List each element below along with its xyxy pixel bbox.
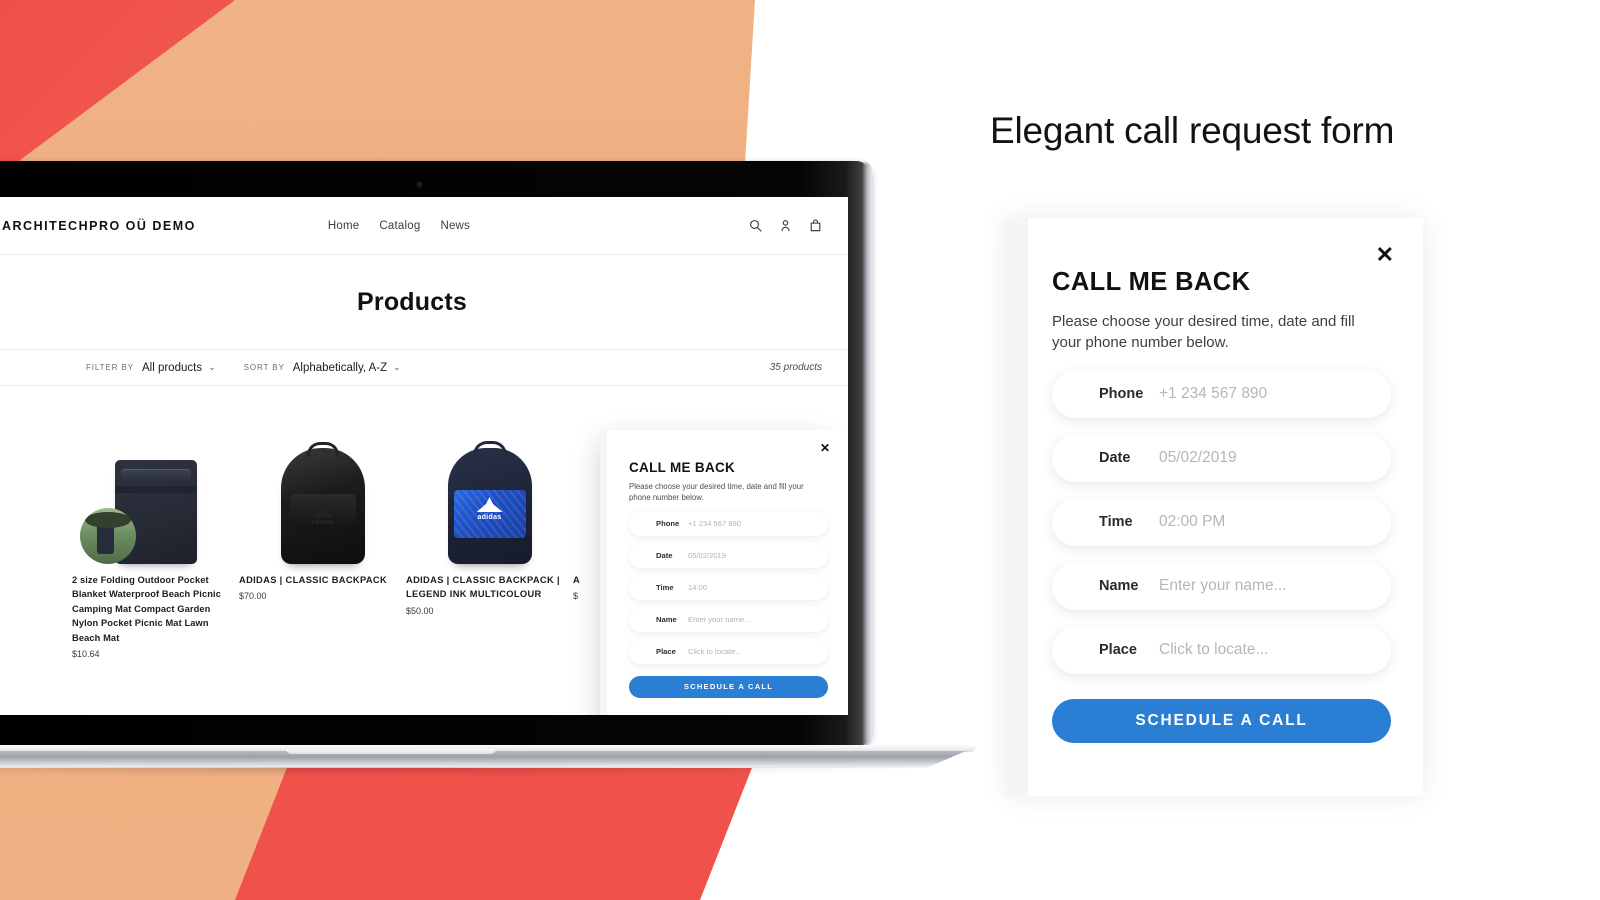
product-price: $70.00: [239, 591, 267, 602]
product-thumbnail[interactable]: [80, 508, 136, 564]
search-icon[interactable]: [749, 219, 762, 232]
close-icon[interactable]: ✕: [820, 442, 830, 454]
schedule-a-call-button[interactable]: SCHEDULE A CALL: [1052, 698, 1391, 743]
call-me-back-modal-small: ✕ CALL ME BACK Please choose your desire…: [600, 430, 848, 715]
laptop-base-notch: [286, 749, 496, 754]
product-title: ADIDAS | CLASSIC BACKPACK | LEGEND INK M…: [406, 575, 560, 600]
modal-backdrop-rail: [600, 430, 607, 715]
backpack-handle: [306, 442, 339, 457]
date-value: 05/02/2019: [1159, 449, 1237, 467]
time-value: 14:00: [688, 582, 708, 592]
place-value: Click to locate...: [1159, 641, 1269, 659]
shop-logo[interactable]: ARCHITECHPRO OÜ DEMO: [2, 219, 196, 233]
filter-select-value[interactable]: All products: [142, 362, 202, 374]
date-field[interactable]: Date 05/02/2019: [1052, 434, 1391, 482]
shop-header-icons: [749, 219, 822, 232]
chevron-down-icon-2[interactable]: ⌄: [393, 362, 401, 373]
shop-nav: Home Catalog News: [328, 220, 470, 232]
phone-label: Phone: [656, 518, 680, 528]
place-value: Click to locate...: [688, 646, 742, 656]
product-count: 35 products: [769, 362, 822, 373]
backpack-handle: [472, 441, 507, 457]
product-image: adidas: [239, 414, 406, 564]
name-value: Enter your name...: [1159, 577, 1287, 595]
name-field[interactable]: Name Enter your name...: [1052, 562, 1391, 610]
product-card[interactable]: 2 size Folding Outdoor Pocket Blanket Wa…: [72, 414, 239, 659]
chevron-down-icon[interactable]: ⌄: [208, 362, 216, 373]
modal-body: ✕ CALL ME BACK Please choose your desire…: [607, 430, 848, 715]
product-title: 2 size Folding Outdoor Pocket Blanket Wa…: [72, 575, 221, 643]
product-art-blue-backpack: adidas: [447, 441, 532, 564]
time-field[interactable]: Time 02:00 PM: [1052, 498, 1391, 546]
time-value: 02:00 PM: [1159, 513, 1226, 531]
page-title: Products: [357, 287, 467, 316]
close-icon[interactable]: ✕: [1376, 244, 1394, 266]
sort-select-value[interactable]: Alphabetically, A-Z: [293, 362, 387, 374]
name-label: Name: [1099, 578, 1139, 595]
product-image: [72, 414, 239, 564]
nav-item-catalog[interactable]: Catalog: [379, 220, 420, 232]
name-value: Enter your name...: [688, 614, 751, 624]
sort-by-label: SORT BY: [243, 363, 285, 372]
laptop-shadow: [0, 767, 946, 777]
product-price: $10.64: [72, 649, 100, 660]
adidas-wordmark: adidas: [311, 520, 334, 526]
phone-value: +1 234 567 890: [688, 518, 741, 528]
place-label: Place: [1099, 642, 1137, 659]
product-art-black-backpack: adidas: [280, 442, 365, 564]
place-field[interactable]: Place Click to locate...: [629, 638, 828, 664]
schedule-a-call-button[interactable]: SCHEDULE A CALL: [629, 675, 828, 698]
page-title-band: Products: [0, 255, 848, 350]
modal-subtitle: Please choose your desired time, date an…: [629, 482, 804, 503]
shop-header: ARCHITECHPRO OÜ DEMO Home Catalog News: [0, 197, 848, 255]
phone-label: Phone: [1099, 386, 1144, 403]
cart-icon[interactable]: [809, 219, 822, 232]
place-field[interactable]: Place Click to locate...: [1052, 626, 1391, 674]
filter-by-label: FILTER BY: [86, 363, 134, 372]
modal-backdrop-rail: [1006, 218, 1028, 796]
laptop-screen: ARCHITECHPRO OÜ DEMO Home Catalog News P…: [0, 197, 848, 715]
account-icon[interactable]: [779, 219, 792, 232]
laptop-base: [0, 745, 976, 777]
modal-body: ✕ CALL ME BACK Please choose your desire…: [1028, 218, 1423, 796]
phone-field[interactable]: Phone +1 234 567 890: [1052, 370, 1391, 418]
laptop-lid-edge: [862, 161, 872, 747]
modal-subtitle: Please choose your desired time, date an…: [1052, 313, 1355, 352]
page-headline: Elegant call request form: [990, 110, 1395, 151]
adidas-wordmark: adidas: [477, 514, 502, 521]
time-field[interactable]: Time 14:00: [629, 574, 828, 600]
call-me-back-modal-large: ✕ CALL ME BACK Please choose your desire…: [1006, 218, 1423, 796]
nav-item-news[interactable]: News: [440, 220, 470, 232]
phone-field[interactable]: Phone +1 234 567 890: [629, 510, 828, 536]
laptop-mockup: ARCHITECHPRO OÜ DEMO Home Catalog News P…: [0, 161, 976, 777]
product-title: ADIDAS | CLASSIC BACKPACK: [239, 575, 388, 585]
laptop-camera-icon: [417, 182, 422, 187]
modal-title: CALL ME BACK: [1052, 268, 1251, 296]
date-label: Date: [656, 550, 673, 560]
name-field[interactable]: Name Enter your name...: [629, 606, 828, 632]
date-value: 05/02/2019: [688, 550, 727, 560]
date-field[interactable]: Date 05/02/2019: [629, 542, 828, 568]
product-card[interactable]: adidas ADIDAS | CLASSIC BACKPACK | LEGEN…: [406, 414, 573, 659]
phone-value: +1 234 567 890: [1159, 385, 1268, 403]
filter-bar: FILTER BY All products ⌄ SORT BY Alphabe…: [0, 350, 848, 386]
modal-title: CALL ME BACK: [629, 460, 736, 475]
date-label: Date: [1099, 450, 1131, 467]
name-label: Name: [656, 614, 677, 624]
time-label: Time: [656, 582, 674, 592]
place-label: Place: [656, 646, 676, 656]
time-label: Time: [1099, 514, 1133, 531]
product-image: adidas: [406, 414, 573, 564]
nav-item-home[interactable]: Home: [328, 220, 359, 232]
poster-canvas: ARCHITECHPRO OÜ DEMO Home Catalog News P…: [0, 0, 1600, 900]
product-price: $50.00: [406, 605, 434, 616]
product-card[interactable]: adidas ADIDAS | CLASSIC BACKPACK $70.00: [239, 414, 406, 659]
